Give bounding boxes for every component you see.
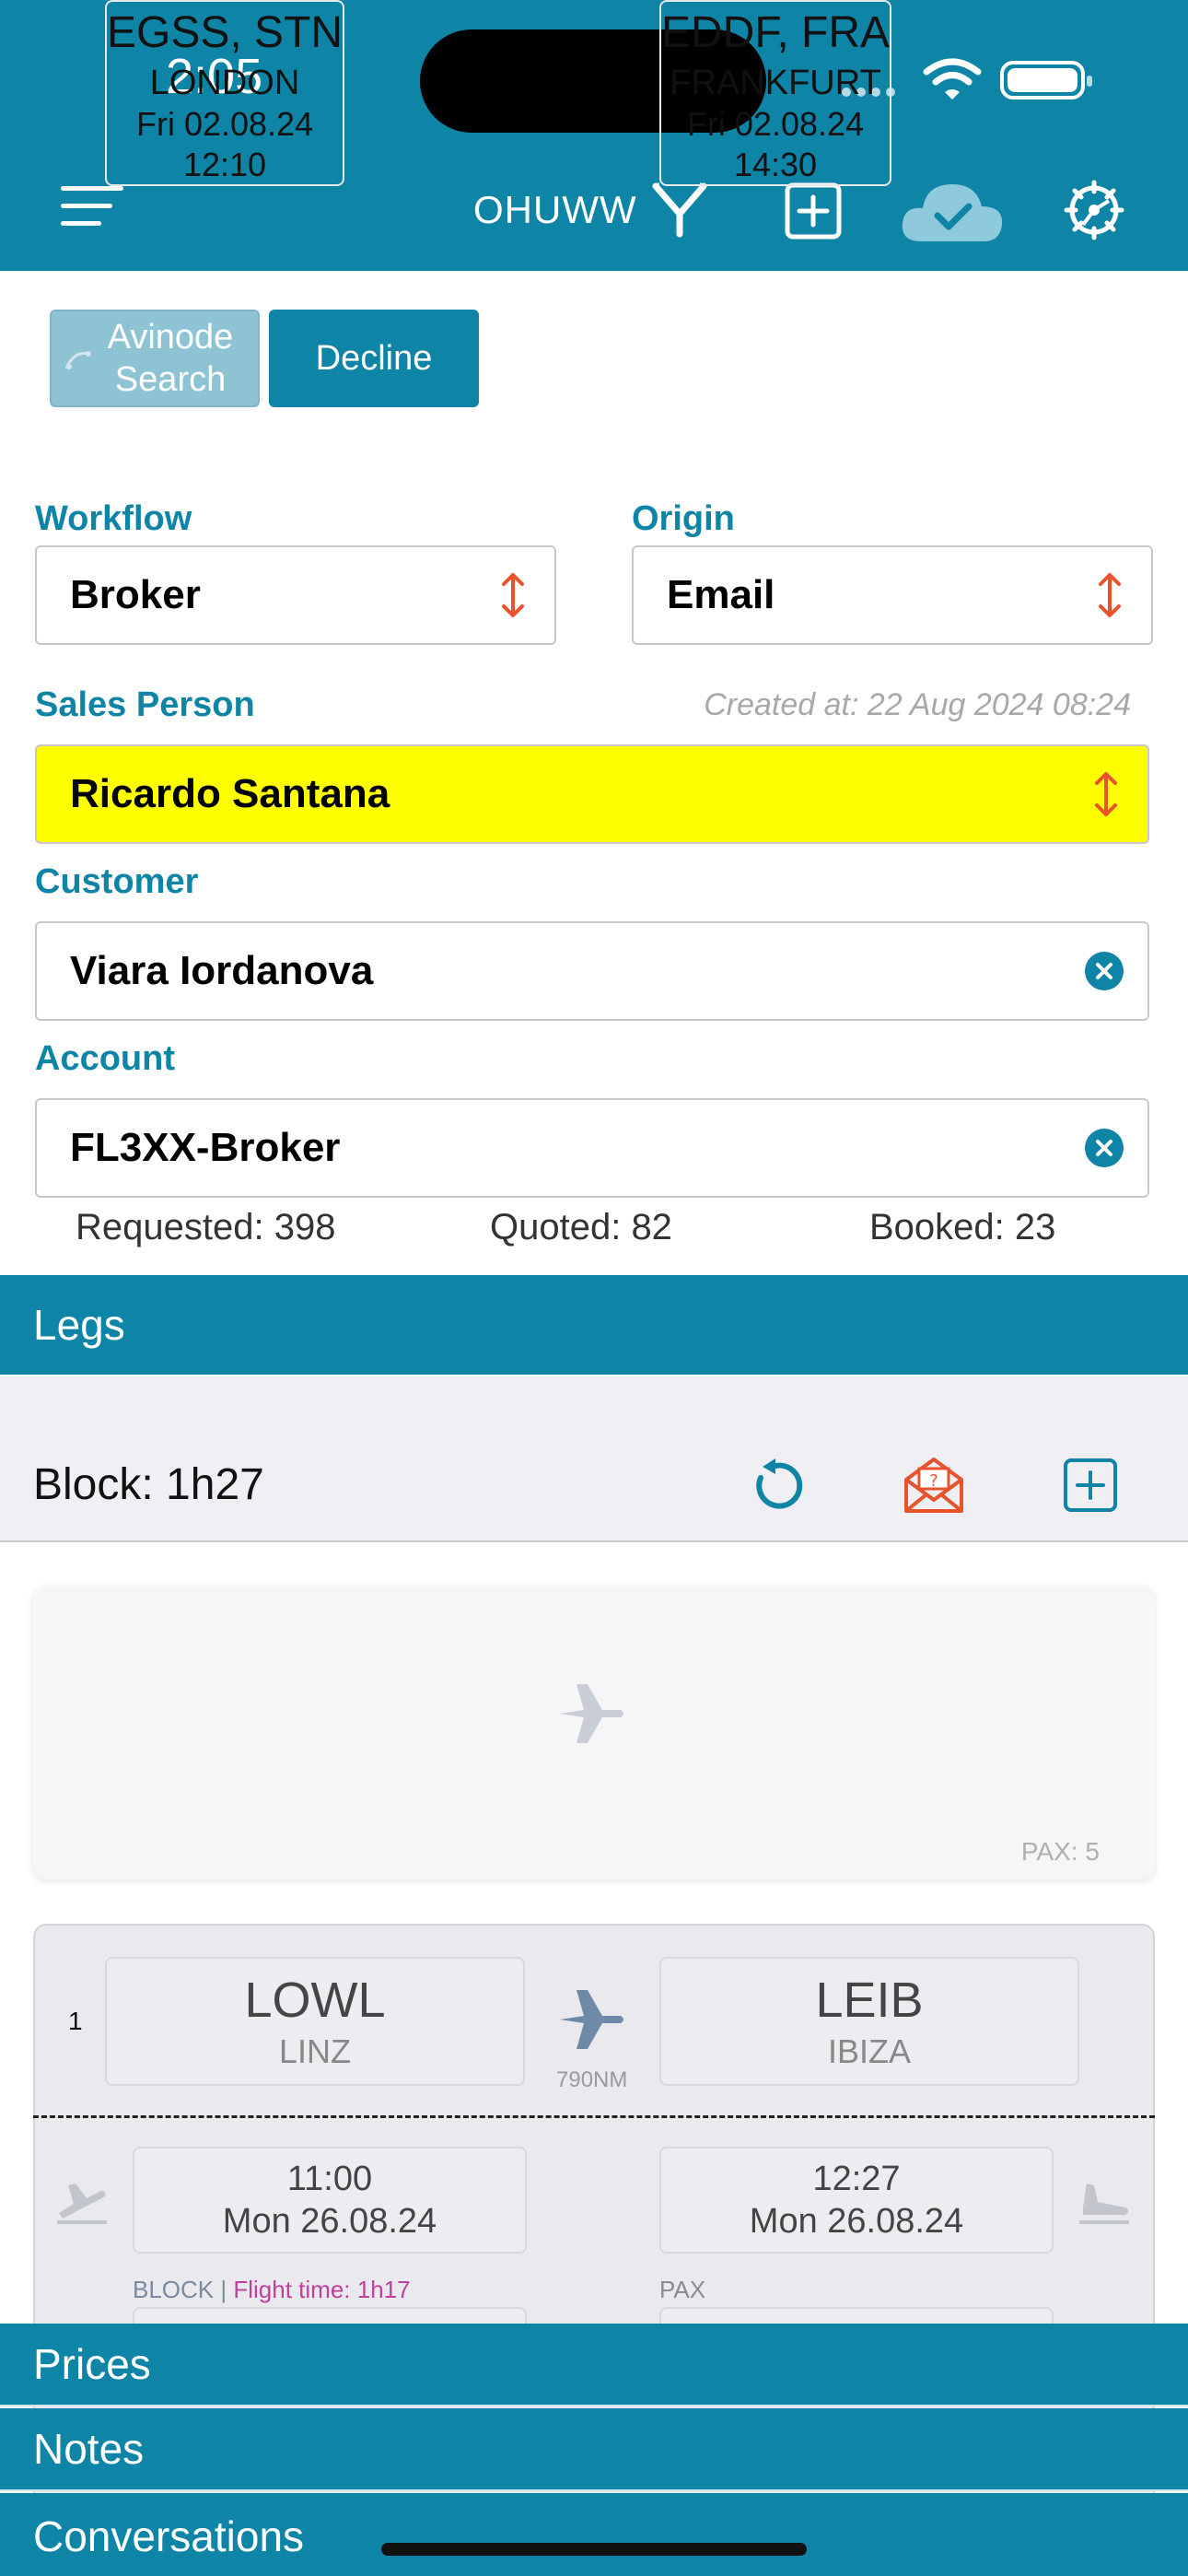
clear-icon[interactable] xyxy=(1085,952,1124,990)
sales-person-label: Sales Person xyxy=(35,685,255,724)
gear-icon[interactable] xyxy=(1063,179,1125,241)
add-leg-icon[interactable] xyxy=(1063,1458,1118,1513)
pax-label: PAX xyxy=(659,2276,706,2303)
battery-icon xyxy=(1000,61,1092,100)
created-at: Created at: 22 Aug 2024 08:24 xyxy=(704,687,1131,722)
quoted-count: Quoted: 82 xyxy=(490,1207,672,1247)
customer-field[interactable]: Viara Iordanova xyxy=(35,921,1149,1021)
avinode-search-label: Avinode Search xyxy=(107,318,234,399)
svg-text:?: ? xyxy=(929,1471,938,1491)
block-label: BLOCK xyxy=(133,2276,215,2303)
refresh-icon[interactable] xyxy=(748,1458,805,1515)
airport-code: EGSS, STN xyxy=(107,8,344,57)
email-request-icon[interactable]: ? xyxy=(903,1456,965,1515)
arrival-date: Fri 02.08.24 xyxy=(686,105,865,143)
leg-to-airport[interactable]: EDDF, FRA FRANKFURT Fri 02.08.24 14:30 xyxy=(659,0,892,186)
divider xyxy=(33,2115,1155,2118)
up-down-arrow-icon xyxy=(1095,772,1117,816)
workflow-value: Broker xyxy=(70,572,201,617)
block-flight-time-label: BLOCK | Flight time: 1h17 xyxy=(133,2276,411,2303)
cloud-check-icon[interactable] xyxy=(899,177,1006,245)
avinode-search-button[interactable]: Avinode Search xyxy=(50,310,260,407)
leg-from-airport[interactable]: EGSS, STN LONDON Fri 02.08.24 12:10 xyxy=(105,0,345,186)
departure-time: 11:00 xyxy=(286,2160,373,2198)
booked-count: Booked: 23 xyxy=(869,1207,1056,1247)
customer-value: Viara Iordanova xyxy=(70,948,374,993)
departure-time-field[interactable]: 11:00 Mon 26.08.24 xyxy=(133,2147,527,2254)
customer-label: Customer xyxy=(35,862,199,901)
account-value: FL3XX-Broker xyxy=(70,1125,341,1170)
origin-label: Origin xyxy=(632,499,735,538)
leg-to-airport[interactable]: LEIB IBIZA xyxy=(659,1957,1079,2086)
airplane-icon xyxy=(560,1990,623,2049)
arrival-time: 12:27 xyxy=(812,2160,901,2198)
airplane-icon xyxy=(560,1684,623,1743)
menu-icon[interactable] xyxy=(61,186,123,227)
leg-number: 1 xyxy=(68,2007,83,2035)
pax-count: PAX: 5 xyxy=(1020,1837,1100,1866)
clear-icon[interactable] xyxy=(1085,1129,1124,1167)
airport-code: LOWL xyxy=(244,1973,386,2028)
departure-time: 12:10 xyxy=(182,146,267,183)
arrival-date: Mon 26.08.24 xyxy=(749,2202,964,2241)
airport-code: LEIB xyxy=(815,1973,924,2028)
fork-icon[interactable] xyxy=(650,181,709,238)
workflow-select[interactable]: Broker xyxy=(35,545,556,645)
departure-date: Mon 26.08.24 xyxy=(222,2202,437,2241)
airport-city: LONDON xyxy=(149,64,300,102)
takeoff-icon xyxy=(57,2184,107,2224)
departure-date: Fri 02.08.24 xyxy=(135,105,314,143)
airport-city: FRANKFURT xyxy=(670,64,881,102)
up-down-arrow-icon xyxy=(1099,573,1121,617)
home-indicator xyxy=(381,2543,807,2556)
airport-city: LINZ xyxy=(278,2032,351,2070)
wifi-icon xyxy=(923,58,982,100)
requested-count: Requested: 398 xyxy=(76,1207,336,1247)
tail-number[interactable]: OHUWW xyxy=(473,188,637,232)
sales-person-value: Ricardo Santana xyxy=(70,771,390,816)
distance: 790NM xyxy=(556,2067,628,2092)
prices-section-header[interactable]: Prices xyxy=(0,2324,1188,2406)
decline-button[interactable]: Decline xyxy=(269,310,479,407)
leg-from-airport[interactable]: LOWL LINZ xyxy=(105,1957,525,2086)
origin-select[interactable]: Email xyxy=(632,545,1153,645)
landing-icon xyxy=(1079,2184,1129,2224)
airport-code: EDDF, FRA xyxy=(661,8,891,57)
airport-city: IBIZA xyxy=(827,2032,912,2070)
block-time: Block: 1h27 xyxy=(33,1460,264,1509)
flight-time: Flight time: 1h17 xyxy=(233,2276,411,2303)
sales-person-select[interactable]: Ricardo Santana xyxy=(35,744,1149,844)
legs-section-header[interactable]: Legs xyxy=(0,1275,1188,1375)
workflow-label: Workflow xyxy=(35,499,192,538)
arrival-time-field[interactable]: 12:27 Mon 26.08.24 xyxy=(659,2147,1054,2254)
add-icon[interactable] xyxy=(785,182,842,240)
conversations-section-header[interactable]: Conversations xyxy=(0,2493,1188,2576)
arrival-time: 14:30 xyxy=(733,146,818,183)
up-down-arrow-icon xyxy=(502,573,524,617)
notes-section-header[interactable]: Notes xyxy=(0,2408,1188,2491)
account-label: Account xyxy=(35,1039,175,1078)
account-field[interactable]: FL3XX-Broker xyxy=(35,1098,1149,1198)
origin-value: Email xyxy=(667,572,775,617)
avinode-icon xyxy=(64,351,91,369)
